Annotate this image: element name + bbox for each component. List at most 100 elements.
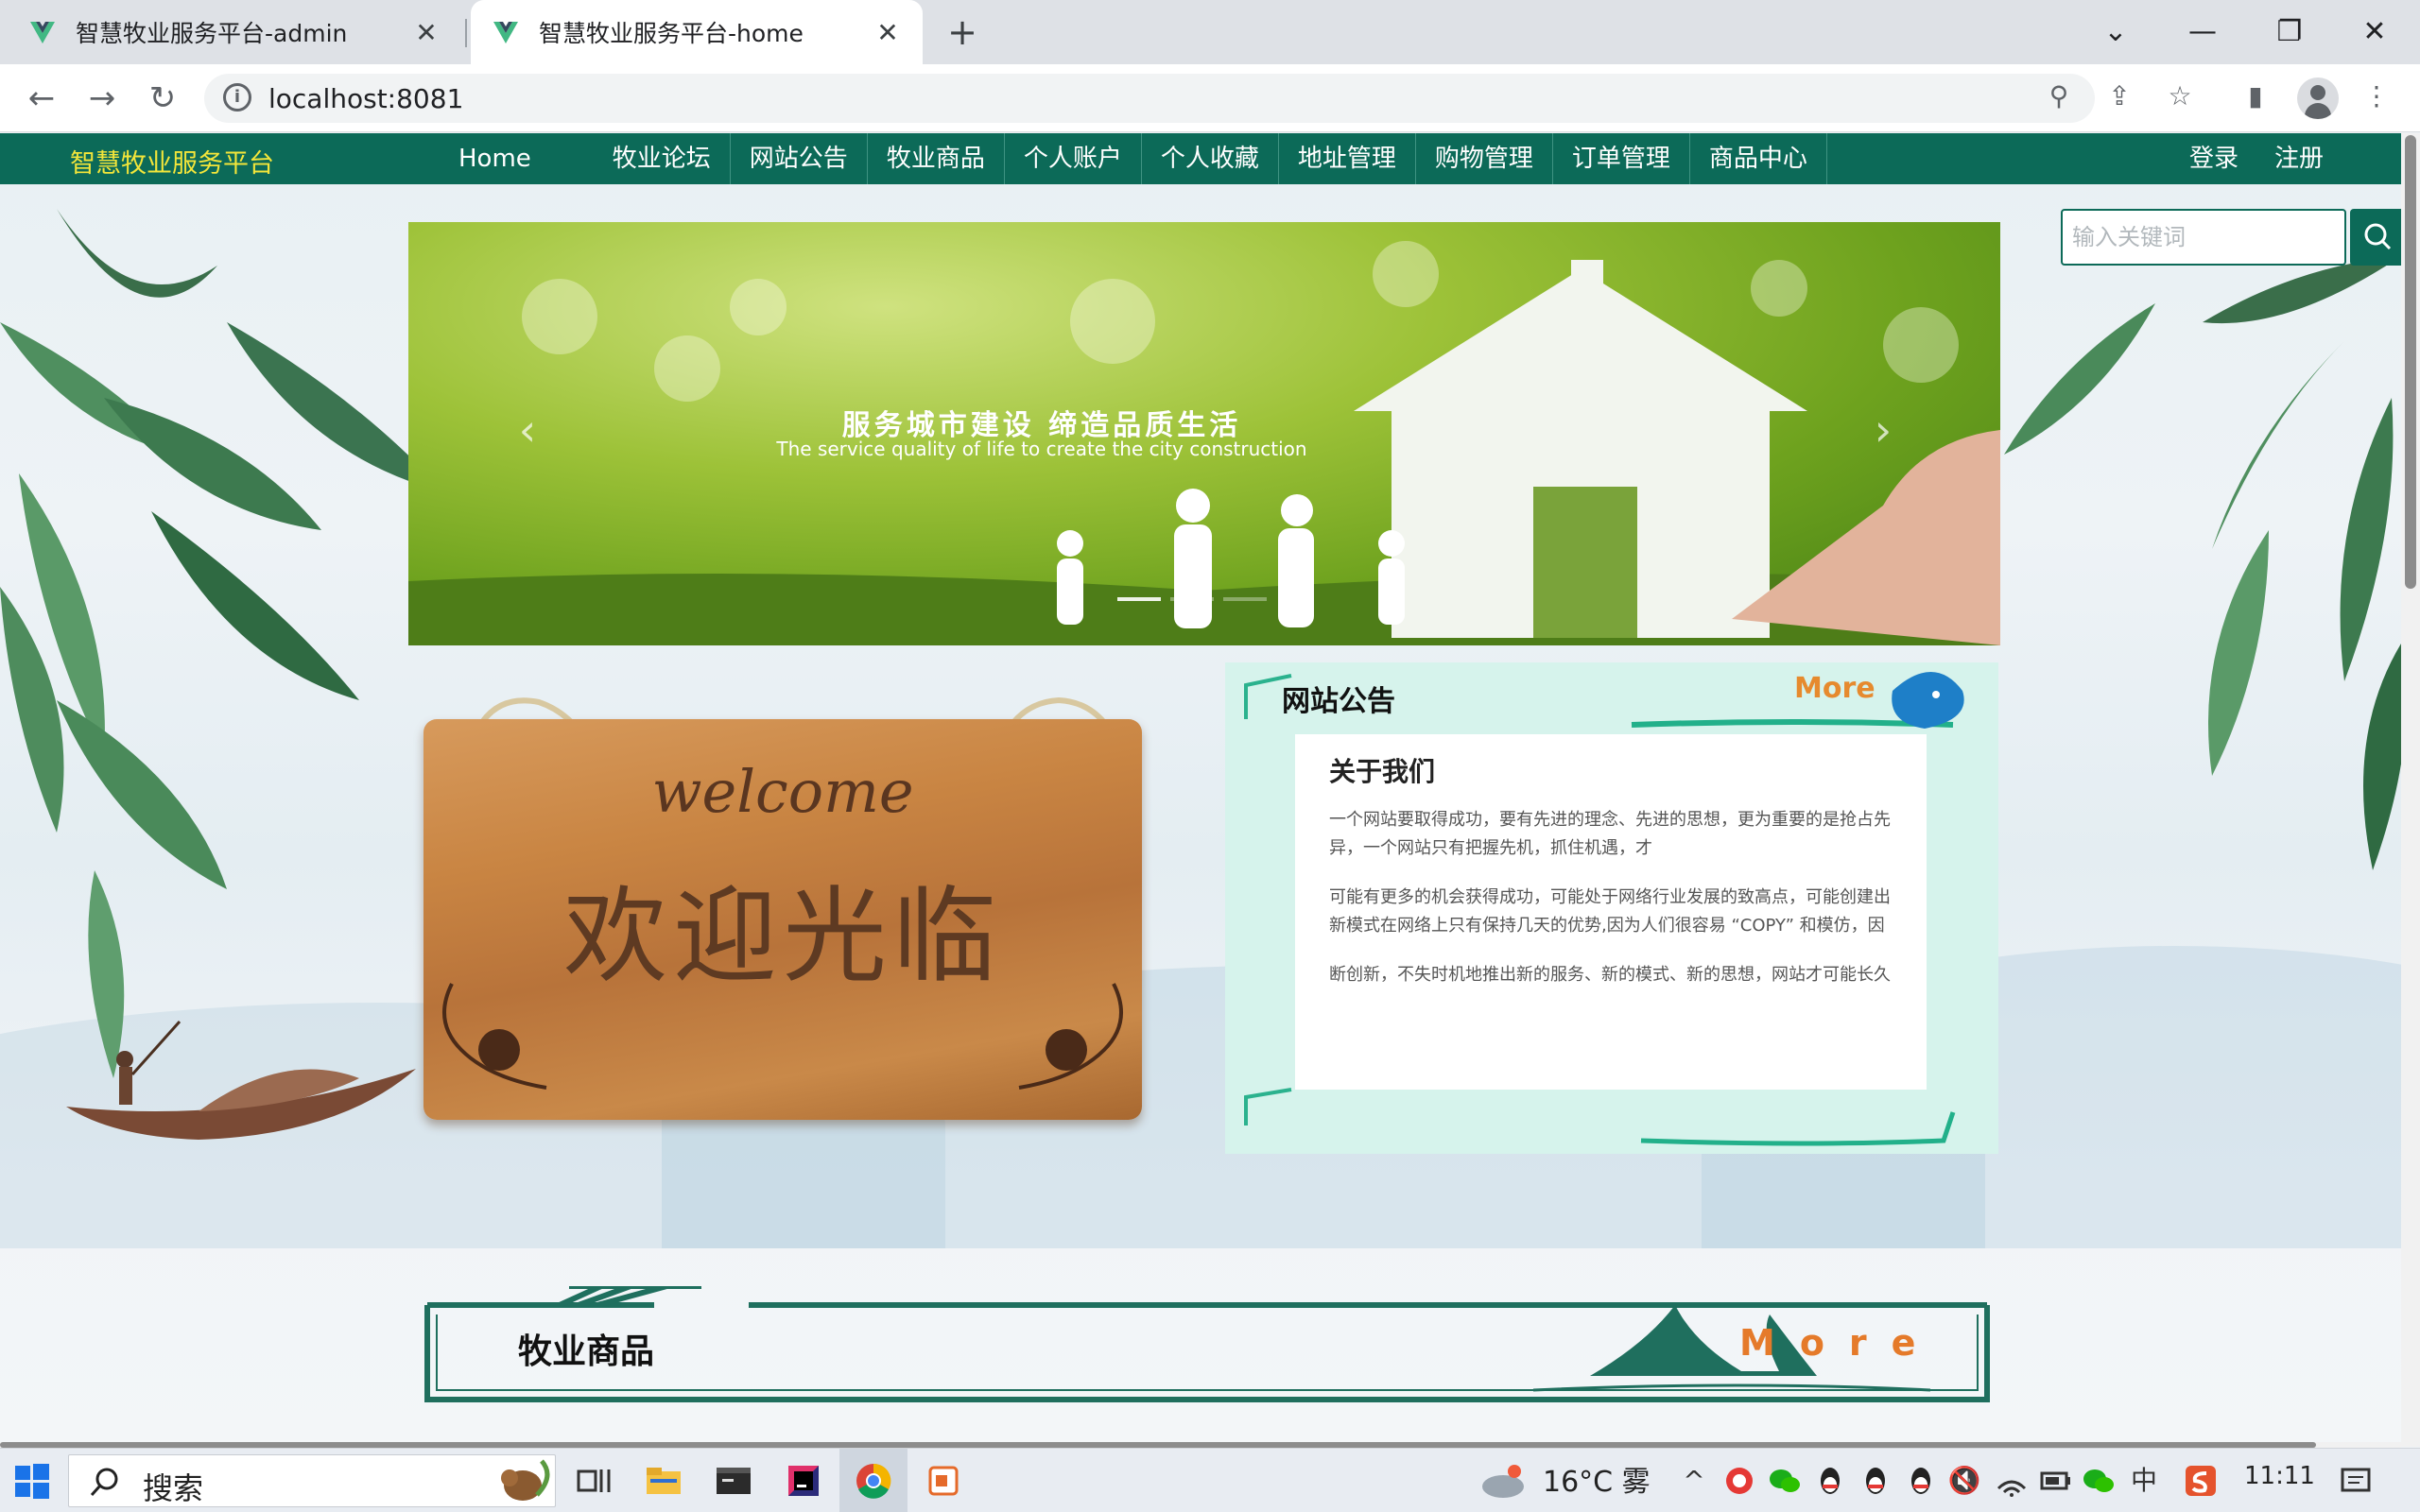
tab-search-chevron-icon[interactable]: ⌄	[2087, 9, 2144, 55]
login-link[interactable]: 登录	[2189, 133, 2238, 184]
vue-logo-icon	[30, 22, 55, 43]
carousel-prev-arrow-icon[interactable]: ‹	[509, 402, 546, 458]
reload-icon[interactable]: ↻	[140, 76, 185, 121]
address-bar-url: localhost:8081	[268, 83, 464, 114]
tray-app-red-icon[interactable]	[1720, 1462, 1758, 1500]
nav-item-product-center[interactable]: 商品中心	[1690, 133, 1827, 184]
taskbar-search-label: 搜索	[143, 1470, 204, 1506]
forward-arrow-icon[interactable]: →	[79, 76, 125, 121]
windows-start-icon[interactable]	[13, 1462, 51, 1500]
address-bar[interactable]: i localhost:8081	[204, 74, 2095, 123]
search-button[interactable]	[2350, 209, 2401, 266]
article-text-line: 断创新，不失时机地推出新的服务、新的模式、新的思想，网站才可能长久	[1329, 965, 1891, 985]
notice-article-card[interactable]: 关于我们 一个网站要取得成功，要有先进的理念、先进的思想，更为重要的是抢占先 异…	[1295, 734, 1927, 1090]
article-text-line: 一个网站要取得成功，要有先进的理念、先进的思想，更为重要的是抢占先	[1329, 810, 1891, 830]
tab-title: 智慧牧业服务平台-home	[539, 20, 804, 47]
bamboo-leaves-left-decoration	[0, 209, 444, 1078]
new-tab-button[interactable]: +	[942, 11, 983, 53]
nav-item-favorites[interactable]: 个人收藏	[1142, 133, 1279, 184]
file-explorer-icon[interactable]	[641, 1458, 686, 1503]
tab-title: 智慧牧业服务平台-admin	[76, 20, 348, 47]
terminal-icon[interactable]	[711, 1458, 756, 1503]
input-method-indicator[interactable]: 中	[2125, 1462, 2163, 1500]
tab-close-icon[interactable]: ✕	[412, 17, 441, 48]
tab-separator	[465, 19, 467, 47]
close-window-button[interactable]: ✕	[2346, 9, 2403, 55]
nav-item-account[interactable]: 个人账户	[1005, 133, 1142, 184]
article-title: 关于我们	[1329, 756, 1436, 787]
site-navbar: 智慧牧业服务平台 Home 牧业论坛 网站公告 牧业商品 个人账户 个人收藏 地…	[0, 133, 2401, 184]
task-view-icon[interactable]	[571, 1458, 616, 1503]
battery-icon[interactable]	[2036, 1462, 2074, 1500]
qq-penguin-icon[interactable]	[1902, 1462, 1940, 1500]
nav-item-home[interactable]: Home	[440, 133, 594, 184]
bookmark-star-icon[interactable]: ☆	[2161, 77, 2199, 115]
taskbar-search-box[interactable]: 搜索	[68, 1454, 556, 1507]
back-arrow-icon[interactable]: ←	[19, 76, 64, 121]
article-text-line: 异，一个网站只有把握先机，抓住机遇，才	[1329, 838, 1652, 858]
bamboo-leaves-right-decoration	[2004, 256, 2401, 870]
search-icon	[2364, 223, 2392, 250]
article-text-line: 新模式在网络上只有保持几天的优势,因为人们很容易 “COPY” 和模仿，因	[1329, 916, 1885, 936]
carousel-indicator-2[interactable]	[1170, 597, 1214, 601]
sogou-ime-icon[interactable]	[2182, 1462, 2220, 1500]
qq-penguin-icon[interactable]	[1811, 1462, 1849, 1500]
share-icon[interactable]: ⇪	[2100, 77, 2138, 115]
products-more-link[interactable]: More	[1739, 1322, 1940, 1364]
lotus-flower-decoration	[442, 983, 1123, 1090]
browser-tab-strip: 智慧牧业服务平台-admin ✕ 智慧牧业服务平台-home ✕ + ⌄ — ❐…	[0, 0, 2420, 64]
chrome-browser-icon[interactable]	[851, 1458, 896, 1503]
site-brand[interactable]: 智慧牧业服务平台	[70, 143, 274, 180]
boat-decoration	[66, 1021, 416, 1140]
squirrel-illustration-icon	[501, 1459, 550, 1501]
page-viewport: 智慧牧业服务平台 Home 牧业论坛 网站公告 牧业商品 个人账户 个人收藏 地…	[0, 133, 2401, 1447]
intellij-idea-icon[interactable]	[781, 1458, 826, 1503]
nav-item-address[interactable]: 地址管理	[1279, 133, 1416, 184]
site-info-icon[interactable]: i	[223, 83, 251, 112]
main-nav-menu: Home 牧业论坛 网站公告 牧业商品 个人账户 个人收藏 地址管理 购物管理 …	[440, 133, 1827, 184]
carousel-indicator-3[interactable]	[1223, 597, 1267, 601]
wechat-icon[interactable]	[1766, 1462, 1804, 1500]
search-icon	[90, 1468, 118, 1497]
nav-item-orders[interactable]: 订单管理	[1553, 133, 1690, 184]
minimize-button[interactable]: —	[2174, 9, 2231, 55]
notice-title: 网站公告	[1282, 685, 1395, 718]
browser-tab-home[interactable]: 智慧牧业服务平台-home ✕	[471, 0, 923, 64]
hero-carousel[interactable]: 服务城市建设 缔造品质生活 The service quality of lif…	[408, 222, 2000, 645]
carousel-indicator-1[interactable]	[1117, 597, 1161, 601]
nav-item-products[interactable]: 牧业商品	[868, 133, 1005, 184]
zoom-icon[interactable]: ⚲	[2040, 77, 2078, 115]
qq-penguin-icon[interactable]	[1857, 1462, 1894, 1500]
volume-muted-icon[interactable]: 🔇	[1945, 1462, 1983, 1500]
screenshot-app-icon[interactable]	[921, 1458, 966, 1503]
wifi-icon[interactable]	[1993, 1462, 2031, 1500]
side-panel-icon[interactable]: ▮	[2237, 77, 2274, 115]
vertical-scrollbar[interactable]	[2401, 133, 2420, 1447]
tab-close-icon[interactable]: ✕	[873, 17, 902, 48]
search-input[interactable]	[2061, 209, 2346, 266]
wechat-icon[interactable]	[2080, 1462, 2118, 1500]
article-text-line: 可能有更多的机会获得成功，可能处于网络行业发展的致高点，可能创建出	[1329, 887, 1891, 907]
taskbar-clock[interactable]: 11:11	[2244, 1462, 2315, 1490]
profile-avatar-icon[interactable]	[2297, 77, 2339, 119]
browser-tab-admin[interactable]: 智慧牧业服务平台-admin ✕	[8, 0, 461, 64]
register-link[interactable]: 注册	[2274, 133, 2324, 184]
more-menu-icon[interactable]: ⋮	[2358, 77, 2395, 115]
nav-item-forum[interactable]: 牧业论坛	[594, 133, 731, 184]
products-section-title: 牧业商品	[518, 1332, 655, 1371]
notification-center-icon[interactable]	[2337, 1462, 2375, 1500]
show-hidden-icons-chevron-icon[interactable]: ^	[1675, 1462, 1713, 1500]
restore-button[interactable]: ❐	[2261, 9, 2318, 55]
carousel-slide-subtitle: The service quality of life to create th…	[776, 438, 1307, 460]
notice-more-link[interactable]: More	[1794, 672, 1876, 705]
browser-toolbar: ← → ↻ i localhost:8081 ⚲ ⇪ ☆ ▮ ⋮	[0, 64, 2420, 132]
nav-item-announcements[interactable]: 网站公告	[731, 133, 868, 184]
weather-widget[interactable]: 16°C 雾	[1543, 1458, 1651, 1500]
welcome-sign-image: welcome 欢迎光临	[424, 719, 1142, 1120]
nav-item-cart[interactable]: 购物管理	[1416, 133, 1553, 184]
carousel-next-arrow-icon[interactable]: ›	[1864, 402, 1902, 458]
vertical-scrollbar-thumb[interactable]	[2405, 135, 2416, 589]
notice-panel: 网站公告 More 关于我们 一个网站要取得成功，要有先进的理念、先进的思想，更…	[1225, 662, 1998, 1154]
